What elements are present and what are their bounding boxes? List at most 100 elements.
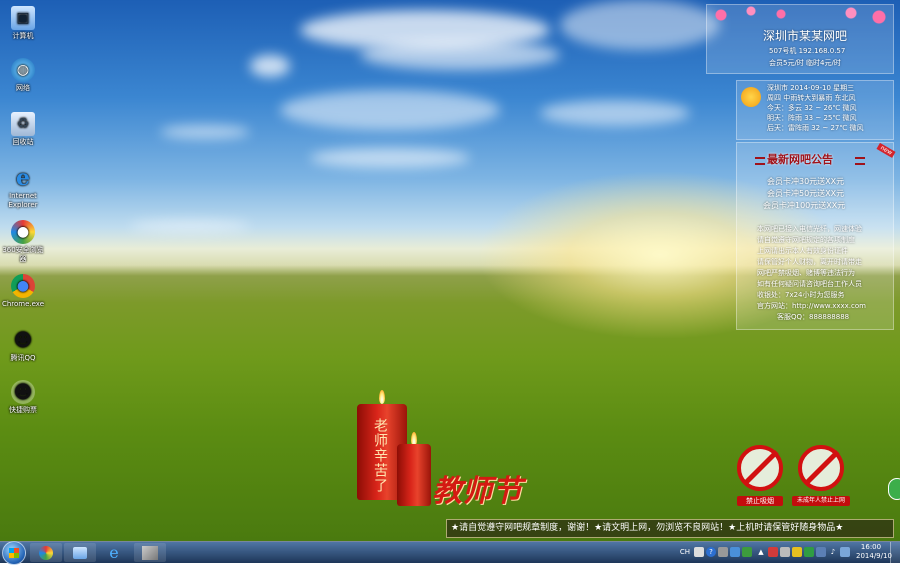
icon-label: 回收站 [12, 138, 34, 146]
notice-panel: new 最新网吧公告 会员卡冲30元送XX元 会员卡冲50元送XX元 会员卡冲1… [736, 142, 896, 330]
computer-icon [73, 546, 87, 559]
cloud [130, 220, 250, 232]
notice-divider [855, 157, 865, 165]
info-panel: 深圳市某某网吧 507号机 192.168.0.57 会员5元/时 临时4元/时 [706, 4, 894, 74]
cloud [540, 100, 690, 126]
weather-date: 深圳市 2014-09-10 星期三 [767, 84, 855, 92]
icon-label: Internet Explorer [8, 192, 38, 209]
start-button[interactable] [2, 541, 26, 565]
notice-divider [755, 157, 765, 165]
icon-label: Chrome.exe [1, 300, 45, 308]
cloud [280, 90, 500, 130]
recycle-bin-icon: ♻ [11, 112, 35, 136]
notice-body-line: 本网吧已接入电信光纤，网速体验 [757, 225, 862, 233]
tray-volume-icon[interactable]: ♪ [828, 547, 838, 557]
notice-title: 最新网吧公告 [767, 153, 833, 166]
qq-icon: ☻ [13, 329, 33, 351]
taskbar-app-button[interactable] [134, 543, 166, 562]
no-smoking-icon [737, 445, 783, 491]
desktop-icon-recycle-bin[interactable]: ♻ 回收站 [0, 112, 46, 147]
tray-antivirus-icon[interactable] [804, 547, 814, 557]
notice-body-line: 如有任何疑问请咨询吧台工作人员 [757, 280, 862, 288]
icon-label: 计算机 [12, 32, 34, 40]
notice-offer: 会员卡冲100元送XX元 [763, 201, 846, 210]
no-smoking-label: 禁止吸烟 [737, 496, 783, 506]
cloud [160, 125, 250, 139]
icon-label: 360安全浏览器 [2, 246, 44, 263]
notice-offer: 会员卡冲50元送XX元 [767, 189, 845, 198]
tray-display-icon[interactable] [840, 547, 850, 557]
tray-shield-icon[interactable] [742, 547, 752, 557]
clock[interactable]: 16:00 2014/9/10 [856, 543, 892, 561]
notice-offer: 会员卡冲30元送XX元 [767, 177, 845, 186]
desktop-icon-360-browser[interactable]: ● 360安全浏览器 [0, 220, 46, 264]
notice-body-line: 上网请出示本人有效身份证件 [757, 247, 848, 255]
weather-row4: 后天：雷阵雨 32 ~ 27℃ 微风 [767, 124, 864, 132]
show-desktop-button[interactable] [890, 542, 900, 563]
penguin-icon: ☻ [11, 380, 35, 404]
app-thumbnail-icon [142, 545, 158, 560]
tray-settings-icon[interactable] [718, 547, 728, 557]
info-line1: 507号机 192.168.0.57 [769, 47, 846, 55]
notice-body-line: 请自觉遵守网吧规定的各项制度 [757, 236, 855, 244]
side-handle-icon[interactable] [888, 478, 900, 500]
tray-app-icon[interactable] [730, 547, 740, 557]
icon-label: 快捷购票 [9, 406, 37, 414]
icon-label: 腾讯QQ [10, 354, 36, 362]
notice-body-line: 收银处：7x24小时为您服务 [757, 291, 845, 299]
candle-flame [379, 390, 385, 404]
browser-360-icon: ● [11, 220, 35, 244]
desktop-icon-qq[interactable]: ☻ 腾讯QQ [0, 328, 46, 363]
notice-body-line: 请保管好个人财物，离开时请带走 [757, 258, 862, 266]
weather-row3: 明天：阵雨 33 ~ 25℃ 微风 [767, 114, 857, 122]
ticker-bar: ★请自觉遵守网吧规章制度，谢谢！★请文明上网，勿浏览不良网站！★上机时请保管好随… [446, 519, 894, 538]
tray-network-icon[interactable] [780, 547, 790, 557]
taskbar-360-button[interactable] [30, 543, 62, 562]
computer-icon: ▣ [11, 6, 35, 30]
desktop-icon-network[interactable]: ◍ 网络 [0, 58, 46, 93]
taskbar: e CH ? ▲ ♪ 16:00 2014/9/10 [0, 541, 900, 565]
notice-body-line: 网吧严禁吸烟、赌博等违法行为 [757, 269, 855, 277]
network-icon: ◍ [11, 58, 35, 82]
tray-monitor-icon[interactable] [816, 547, 826, 557]
chrome-icon: ● [11, 274, 35, 298]
info-line2: 会员5元/时 临时4元/时 [769, 59, 841, 67]
no-minors-icon [798, 445, 844, 491]
desktop-icon-chrome[interactable]: ● Chrome.exe [0, 274, 46, 309]
candle-text: 老师辛苦了 [372, 418, 388, 493]
cloud [560, 0, 720, 50]
tray-security-icon[interactable] [768, 547, 778, 557]
info-title: 深圳市某某网吧 [763, 29, 848, 43]
weather-panel: 深圳市 2014-09-10 星期三 周四 中雨转大到暴雨 东北风 今天：多云 … [736, 80, 894, 140]
cloud [360, 40, 560, 70]
browser-360-icon [39, 545, 53, 560]
tray-flag-icon[interactable] [792, 547, 802, 557]
taskbar-ie-button[interactable]: e [98, 543, 130, 562]
no-minors-label: 未成年人禁止上网 [792, 496, 850, 506]
ie-icon: e [109, 543, 119, 562]
ie-icon: e [16, 164, 30, 191]
cloud [250, 55, 290, 77]
ticker-text: ★请自觉遵守网吧规章制度，谢谢！★请文明上网，勿浏览不良网站！★上机时请保管好随… [451, 523, 844, 533]
tray-help-icon[interactable]: ? [706, 547, 716, 557]
windows-logo-icon [9, 548, 19, 558]
weather-sun-icon [741, 87, 761, 107]
clock-date: 2014/9/10 [856, 552, 892, 560]
tray-expand-icon[interactable]: ▲ [756, 547, 766, 557]
notice-body-line: 官方网站：http://www.xxxx.com [757, 302, 866, 310]
weather-row2: 今天：多云 32 ~ 26℃ 微风 [767, 104, 857, 112]
desktop-icon-ie[interactable]: e Internet Explorer [0, 166, 46, 210]
tray-keyboard-icon[interactable] [694, 547, 704, 557]
small-candle [397, 444, 431, 506]
language-indicator[interactable]: CH [678, 547, 692, 557]
teachers-day-title: 教师节 [432, 474, 522, 509]
desktop-icon-penguin[interactable]: ☻ 快捷购票 [0, 380, 46, 415]
desktop-icon-computer[interactable]: ▣ 计算机 [0, 6, 46, 41]
flower-decoration [711, 5, 887, 25]
weather-row1: 周四 中雨转大到暴雨 东北风 [767, 94, 856, 102]
taskbar-explorer-button[interactable] [64, 543, 96, 562]
notice-body-line: 客服QQ：888888888 [777, 313, 850, 321]
desktop: ▣ 计算机 ◍ 网络 ♻ 回收站 e Internet Explorer ● 3… [0, 0, 900, 541]
icon-label: 网络 [16, 84, 30, 92]
clock-time: 16:00 [860, 543, 882, 551]
